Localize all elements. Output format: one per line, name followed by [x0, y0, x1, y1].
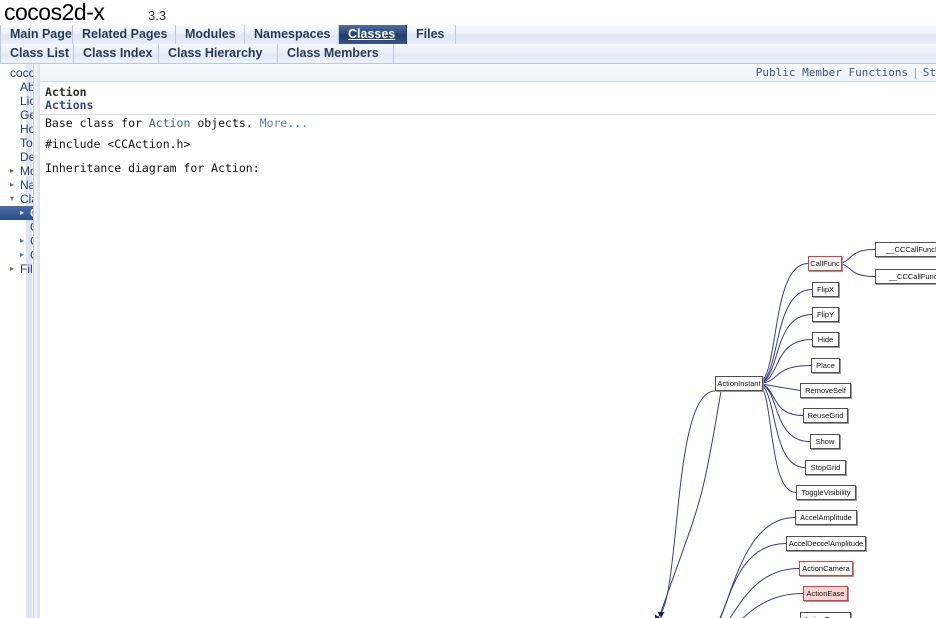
edge-line	[654, 390, 716, 618]
sidebar-item-files[interactable]: ▸Files	[0, 262, 33, 276]
primary-tab-bar: Main Page Related Pages Modules Namespaces C…	[0, 25, 936, 45]
sidebar-item-cocos2d-x[interactable]: cocos2d-x	[0, 66, 33, 80]
sidebar-item-about-cocos2d-x[interactable]: About cocos2d-x	[0, 80, 33, 94]
member-nav-items: Public Member Functions | St	[756, 64, 936, 81]
edge-line	[756, 383, 797, 493]
member-nav-bar: Public Member Functions | St	[40, 64, 936, 82]
graph-node-flipx[interactable]: FlipX	[812, 282, 839, 297]
diagram-caption: Inheritance diagram for Action:	[45, 161, 260, 175]
sidebar-item-label: Todo List	[20, 136, 33, 150]
graph-node-place[interactable]: Place	[811, 358, 840, 373]
edge-line	[729, 568, 800, 618]
member-nav-separator: |	[912, 66, 919, 79]
edge-line	[756, 289, 813, 384]
graph-node-actioncamera[interactable]: ActionCamera	[799, 561, 853, 576]
sidebar-item-class-list[interactable]: ▸Class List	[0, 206, 33, 220]
sidebar-item-deprecated-list[interactable]: Deprecated List	[0, 150, 33, 164]
tab-main-page[interactable]: Main Page	[0, 25, 73, 44]
sidebar-item-class-index[interactable]: Class Index	[0, 220, 33, 234]
tree-toggle-icon[interactable]: ▸	[10, 181, 18, 189]
tab-class-index[interactable]: Class Index	[74, 44, 159, 63]
tab-files[interactable]: Files	[407, 25, 456, 44]
graph-node-actiontween[interactable]: ActionTween	[800, 612, 851, 618]
brief-suffix: objects.	[190, 116, 253, 130]
sidebar-item-label: Modules	[20, 164, 33, 178]
content-pane: Public Member Functions | St Action Action…	[40, 64, 936, 618]
tab-modules[interactable]: Modules	[176, 25, 245, 44]
graph-node-cocos_callfuncnd[interactable]: __CCCallFuncND	[875, 242, 936, 257]
brief-prefix: Base class for	[45, 116, 149, 130]
sidebar-item-label: Files	[20, 262, 33, 276]
tree-toggle-icon[interactable]: ▾	[10, 195, 18, 203]
edge-line	[756, 263, 809, 384]
graph-node-callfunc[interactable]: CallFunc	[808, 256, 842, 271]
page-title: Action	[45, 85, 87, 99]
sidebar-item-label: About cocos2d-x	[20, 80, 33, 94]
include-statement: #include <CCAction.h>	[45, 137, 191, 151]
edge-line	[742, 593, 804, 618]
graph-node-actionease[interactable]: ActionEase	[803, 586, 848, 601]
tree-toggle-icon[interactable]: ▸	[20, 209, 28, 217]
edge-line	[756, 383, 804, 416]
tab-class-members[interactable]: Class Members	[278, 44, 394, 63]
member-nav-item-public-member-functions[interactable]: Public Member Functions	[756, 66, 908, 79]
tab-namespaces[interactable]: Namespaces	[245, 25, 339, 44]
brief-class-link[interactable]: Action	[149, 116, 191, 130]
sidebar-item-label: Get the source	[20, 108, 33, 122]
sidebar-item-label: How to use	[20, 122, 33, 136]
edge-line	[756, 314, 813, 384]
sidebar-item-license[interactable]: License	[0, 94, 33, 108]
graph-node-cocos_callfunco[interactable]: __CCCallFuncO	[875, 269, 936, 284]
edge-line	[756, 383, 806, 468]
graph-node-reusegrid[interactable]: ReuseGrid	[803, 408, 848, 423]
graph-node-togglevisibility[interactable]: ToggleVisibility	[796, 485, 856, 500]
sidebar-item-class-members[interactable]: ▸Class Members	[0, 248, 33, 262]
more-link[interactable]: More...	[260, 116, 308, 130]
sidebar-item-class-hierarchy[interactable]: ▸Class Hierarchy	[0, 234, 33, 248]
secondary-tab-bar: Class List Class Index Class Hierarchy Clas…	[0, 44, 936, 64]
tree-toggle-icon[interactable]: ▸	[20, 237, 28, 245]
graph-node-flipy[interactable]: FlipY	[812, 307, 839, 322]
edge-line	[757, 383, 801, 391]
member-nav-item-static[interactable]: St	[923, 66, 936, 79]
graph-node-removeself[interactable]: RemoveSelf	[800, 383, 851, 398]
sidebar-item-classes[interactable]: ▾Classes	[0, 192, 33, 206]
sidebar-item-label: cocos2d-x	[10, 66, 33, 80]
graph-node-hide[interactable]: Hide	[812, 332, 839, 347]
edge-line	[720, 543, 787, 618]
sidebar-item-namespaces[interactable]: ▸Namespaces	[0, 178, 33, 192]
sidebar-item-label: License	[20, 94, 33, 108]
sidebar-item-label: Classes	[20, 192, 33, 206]
sidebar-item-label: Namespaces	[20, 178, 33, 192]
graph-node-show[interactable]: Show	[810, 434, 840, 449]
graph-node-acceldeccelamp[interactable]: AccelDeccelAmplitude	[786, 536, 866, 551]
tab-class-hierarchy[interactable]: Class Hierarchy	[159, 44, 278, 63]
sidebar-item-modules[interactable]: ▸Modules	[0, 164, 33, 178]
tab-classes[interactable]: Classes	[339, 25, 407, 44]
project-version: 3.3	[148, 8, 167, 23]
sidebar-item-how-to-use[interactable]: How to use	[0, 122, 33, 136]
inheritance-diagram: __CCCallFuncND __CCCallFuncO CallFunc FlipX…	[40, 174, 936, 618]
doxygen-page: cocos2d-x 3.3 Main Page Related Pages Modu…	[0, 0, 936, 618]
sidebar-item-label: Deprecated List	[20, 150, 33, 164]
navigation-sidebar[interactable]: cocos2d-xAbout cocos2d-xLicenseGet the s…	[0, 64, 33, 618]
sidebar-item-todo-list[interactable]: Todo List	[0, 136, 33, 150]
tab-related-pages[interactable]: Related Pages	[73, 25, 176, 44]
tree-toggle-icon[interactable]: ▸	[10, 265, 18, 273]
tree-toggle-icon[interactable]: ▸	[10, 167, 18, 175]
sidebar-item-get-the-source[interactable]: Get the source	[0, 108, 33, 122]
brief-description: Base class for Action objects. More...	[45, 116, 905, 130]
edge-line	[719, 517, 796, 618]
page-title-area: Action Actions	[40, 81, 936, 115]
graph-node-actioninstant[interactable]: ActionInstant	[715, 376, 763, 391]
graph-node-accelamplitude[interactable]: AccelAmplitude	[795, 510, 857, 525]
project-header: cocos2d-x 3.3	[0, 0, 936, 26]
project-name: cocos2d-x	[4, 0, 105, 25]
tree-toggle-icon[interactable]: ▸	[20, 251, 28, 259]
page-subtitle[interactable]: Actions	[45, 98, 93, 112]
graph-node-stopgrid[interactable]: StopGrid	[805, 460, 846, 475]
tab-class-list[interactable]: Class List	[0, 44, 74, 63]
